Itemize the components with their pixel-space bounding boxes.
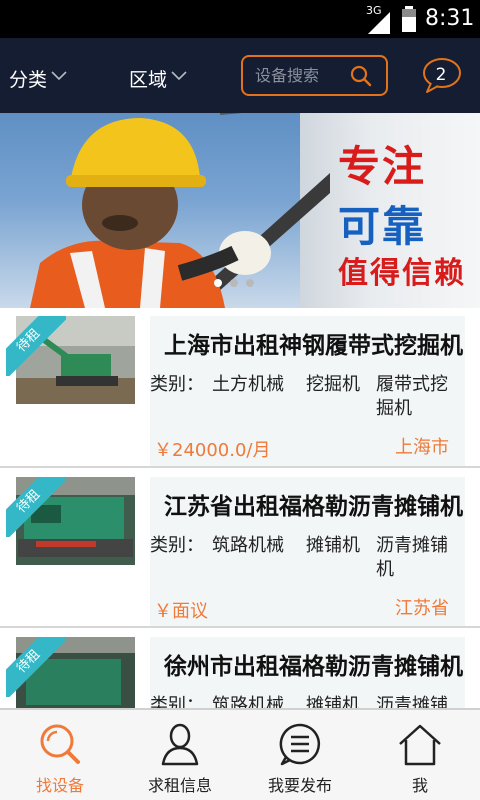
banner-line-1: 专注 [338, 142, 427, 191]
list-item[interactable]: 待租 江苏省出租福格勒沥青摊铺机 类别： 筑路机械 摊铺机 沥青摊铺机 ￥面议 … [0, 468, 480, 628]
messages-button[interactable]: 2 [421, 56, 465, 96]
clock: 8:31 [425, 6, 475, 31]
listing-category: 类别： 筑路机械 摊铺机 沥青摊铺机 [150, 534, 460, 582]
category-level-2: 摊铺机 [306, 535, 360, 556]
region-label: 区域 [129, 68, 168, 91]
search-icon[interactable] [350, 65, 372, 87]
tab-label: 我要发布 [267, 776, 332, 795]
region-dropdown[interactable]: 区域 [129, 66, 187, 91]
listing-location: 江苏省 [395, 598, 449, 619]
equipment-photo [16, 477, 135, 565]
message-count: 2 [435, 65, 447, 85]
listing-title: 上海市出租神钢履带式挖掘机 [164, 333, 463, 359]
listing-card[interactable]: 徐州市出租福格勒沥青摊铺机 类别： 筑路机械 摊铺机 沥青摊铺机 [150, 637, 465, 708]
equipment-photo [16, 316, 135, 404]
message-icon [279, 723, 321, 766]
listing-card[interactable]: 江苏省出租福格勒沥青摊铺机 类别： 筑路机械 摊铺机 沥青摊铺机 ￥面议 江苏省 [150, 477, 465, 627]
category-dropdown[interactable]: 分类 [9, 66, 67, 91]
search-input[interactable] [255, 66, 355, 85]
worker-illustration [30, 113, 330, 308]
tab-publish[interactable]: 我要发布 [240, 710, 360, 800]
tab-me[interactable]: 我 [360, 710, 480, 800]
listing-title: 江苏省出租福格勒沥青摊铺机 [164, 494, 463, 520]
banner-line-2: 可靠 [338, 202, 427, 251]
signal-icon [368, 12, 390, 34]
tab-find-equipment[interactable]: 找设备 [0, 710, 120, 800]
tab-label: 求租信息 [147, 776, 212, 795]
search-icon [40, 724, 80, 764]
listing-price: ￥面议 [154, 601, 208, 622]
category-level-2: 摊铺机 [306, 695, 360, 708]
listing-card[interactable]: 上海市出租神钢履带式挖掘机 类别： 土方机械 挖掘机 履带式挖掘机 ￥24000… [150, 316, 465, 466]
category-level-3: 沥青摊铺机 [376, 535, 448, 580]
listing-title: 徐州市出租福格勒沥青摊铺机 [164, 654, 463, 680]
search-box[interactable] [241, 55, 388, 96]
category-label: 类别： [150, 535, 204, 556]
tab-label: 找设备 [35, 776, 84, 795]
bottom-tab-bar: 找设备 求租信息 我要发布 我 [0, 708, 480, 800]
listing-category: 类别： 土方机械 挖掘机 履带式挖掘机 [150, 373, 460, 421]
status-bar: 3G 8:31 [0, 0, 480, 38]
list-item[interactable]: 待租 徐州市出租福格勒沥青摊铺机 类别： 筑路机械 摊铺机 沥青摊铺机 [0, 628, 480, 708]
listing-category: 类别： 筑路机械 摊铺机 沥青摊铺机 [150, 694, 460, 708]
excavator-image [16, 316, 135, 404]
category-level-2: 挖掘机 [306, 374, 360, 395]
carousel-dot[interactable] [246, 279, 254, 287]
top-nav: 分类 区域 2 [0, 38, 480, 113]
category-level-3: 沥青摊铺机 [376, 695, 448, 708]
chevron-down-icon [171, 71, 187, 81]
battery-icon [402, 6, 416, 32]
chevron-down-icon [51, 71, 67, 81]
category-level-1: 土方机械 [212, 374, 284, 395]
category-label: 类别： [150, 374, 204, 395]
home-icon [399, 724, 441, 766]
listing-location: 上海市 [395, 437, 449, 458]
user-icon [161, 723, 199, 766]
tab-label: 我 [411, 776, 428, 795]
category-label: 分类 [9, 68, 48, 91]
category-level-1: 筑路机械 [212, 535, 284, 556]
paver-image [16, 637, 135, 708]
category-level-1: 筑路机械 [212, 695, 284, 708]
carousel-indicator [214, 279, 254, 287]
banner-line-3: 值得信赖 [338, 256, 466, 291]
category-level-3: 履带式挖掘机 [376, 374, 448, 419]
category-label: 类别： [150, 695, 204, 708]
carousel-dot[interactable] [214, 279, 222, 287]
listing-price: ￥24000.0/月 [154, 440, 271, 461]
list-item[interactable]: 待租 上海市出租神钢履带式挖掘机 类别： 土方机械 挖掘机 履带式挖掘机 ￥24… [0, 308, 480, 468]
equipment-list: 待租 上海市出租神钢履带式挖掘机 类别： 土方机械 挖掘机 履带式挖掘机 ￥24… [0, 308, 480, 708]
paver-image [16, 477, 135, 565]
tab-rental-requests[interactable]: 求租信息 [120, 710, 240, 800]
carousel-dot[interactable] [230, 279, 238, 287]
equipment-photo [16, 637, 135, 708]
